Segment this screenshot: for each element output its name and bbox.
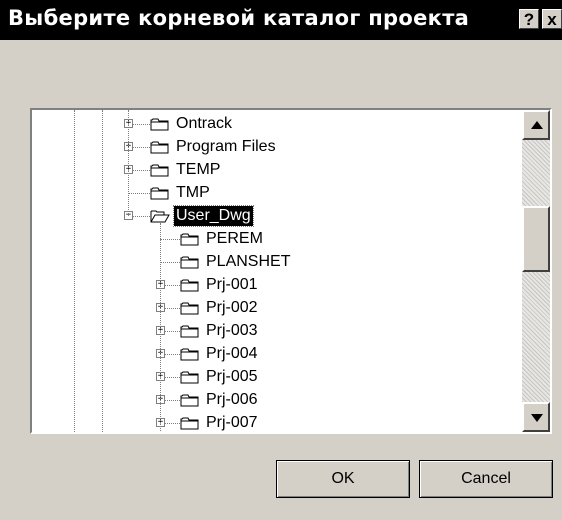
arrow-down-icon (531, 414, 543, 422)
tree-view: + Ontrack + Program Files + TEMP TMP − User_Dwg P… (32, 110, 522, 432)
tree-item[interactable]: − User_Dwg (32, 205, 522, 227)
folder-icon (180, 325, 199, 338)
folder-icon (150, 118, 169, 131)
tree-connector (128, 110, 129, 216)
tree-item[interactable]: + Ontrack (32, 113, 522, 135)
tree-item[interactable]: + Prj-006 (32, 389, 522, 411)
folder-icon (150, 141, 169, 154)
folder-icon (180, 256, 199, 269)
title-bar: Выберите корневой каталог проекта ? x (0, 0, 562, 40)
tree-item[interactable]: + Prj-001 (32, 274, 522, 296)
tree-item-label[interactable]: PEREM (204, 229, 265, 249)
arrow-up-icon (531, 121, 543, 129)
folder-icon (180, 279, 199, 292)
tree-item-label[interactable]: TEMP (174, 160, 222, 180)
tree-item-label[interactable]: Program Files (174, 137, 278, 157)
folder-tree[interactable]: + Ontrack + Program Files + TEMP TMP − User_Dwg P… (30, 108, 552, 434)
folder-icon (180, 348, 199, 361)
scroll-thumb[interactable] (522, 206, 550, 272)
tree-item-label[interactable]: Prj-007 (204, 413, 260, 432)
close-icon: x (547, 10, 557, 29)
tree-item[interactable]: PEREM (32, 228, 522, 250)
folder-icon (180, 233, 199, 246)
vertical-scrollbar[interactable] (522, 110, 550, 432)
tree-item-label[interactable]: Prj-003 (204, 321, 260, 341)
cancel-button[interactable]: Cancel (419, 460, 553, 498)
open-folder-icon (150, 210, 170, 223)
tree-item[interactable]: + Prj-003 (32, 320, 522, 342)
tree-item[interactable]: TMP (32, 182, 522, 204)
tree-item-label[interactable]: Prj-006 (204, 390, 260, 410)
folder-icon (180, 417, 199, 430)
scroll-down-button[interactable] (522, 402, 550, 432)
tree-item[interactable]: + Prj-005 (32, 366, 522, 388)
tree-item-label[interactable]: PLANSHET (204, 252, 292, 272)
tree-item-label[interactable]: Prj-002 (204, 298, 260, 318)
tree-connector (160, 223, 161, 432)
ok-button[interactable]: OK (276, 460, 410, 498)
tree-item-label[interactable]: Prj-001 (204, 275, 260, 295)
tree-item[interactable]: + Prj-007 (32, 412, 522, 432)
folder-icon (150, 164, 169, 177)
help-button[interactable]: ? (519, 9, 539, 29)
tree-item[interactable]: + TEMP (32, 159, 522, 181)
tree-item[interactable]: + Program Files (32, 136, 522, 158)
folder-icon (180, 371, 199, 384)
tree-connector (160, 262, 180, 263)
window-title: Выберите корневой каталог проекта (8, 6, 470, 30)
folder-icon (150, 187, 169, 200)
close-button[interactable]: x (542, 9, 562, 29)
tree-item-label[interactable]: Ontrack (174, 114, 234, 134)
folder-icon (180, 302, 199, 315)
tree-item[interactable]: + Prj-002 (32, 297, 522, 319)
tree-connector (128, 193, 150, 194)
tree-item[interactable]: PLANSHET (32, 251, 522, 273)
folder-icon (180, 394, 199, 407)
tree-item[interactable]: + Prj-004 (32, 343, 522, 365)
scroll-up-button[interactable] (522, 110, 550, 140)
tree-item-label[interactable]: Prj-005 (204, 367, 260, 387)
tree-item-label[interactable]: TMP (174, 183, 212, 203)
tree-connector (160, 239, 180, 240)
tree-item-label[interactable]: User_Dwg (173, 205, 254, 227)
tree-item-label[interactable]: Prj-004 (204, 344, 260, 364)
